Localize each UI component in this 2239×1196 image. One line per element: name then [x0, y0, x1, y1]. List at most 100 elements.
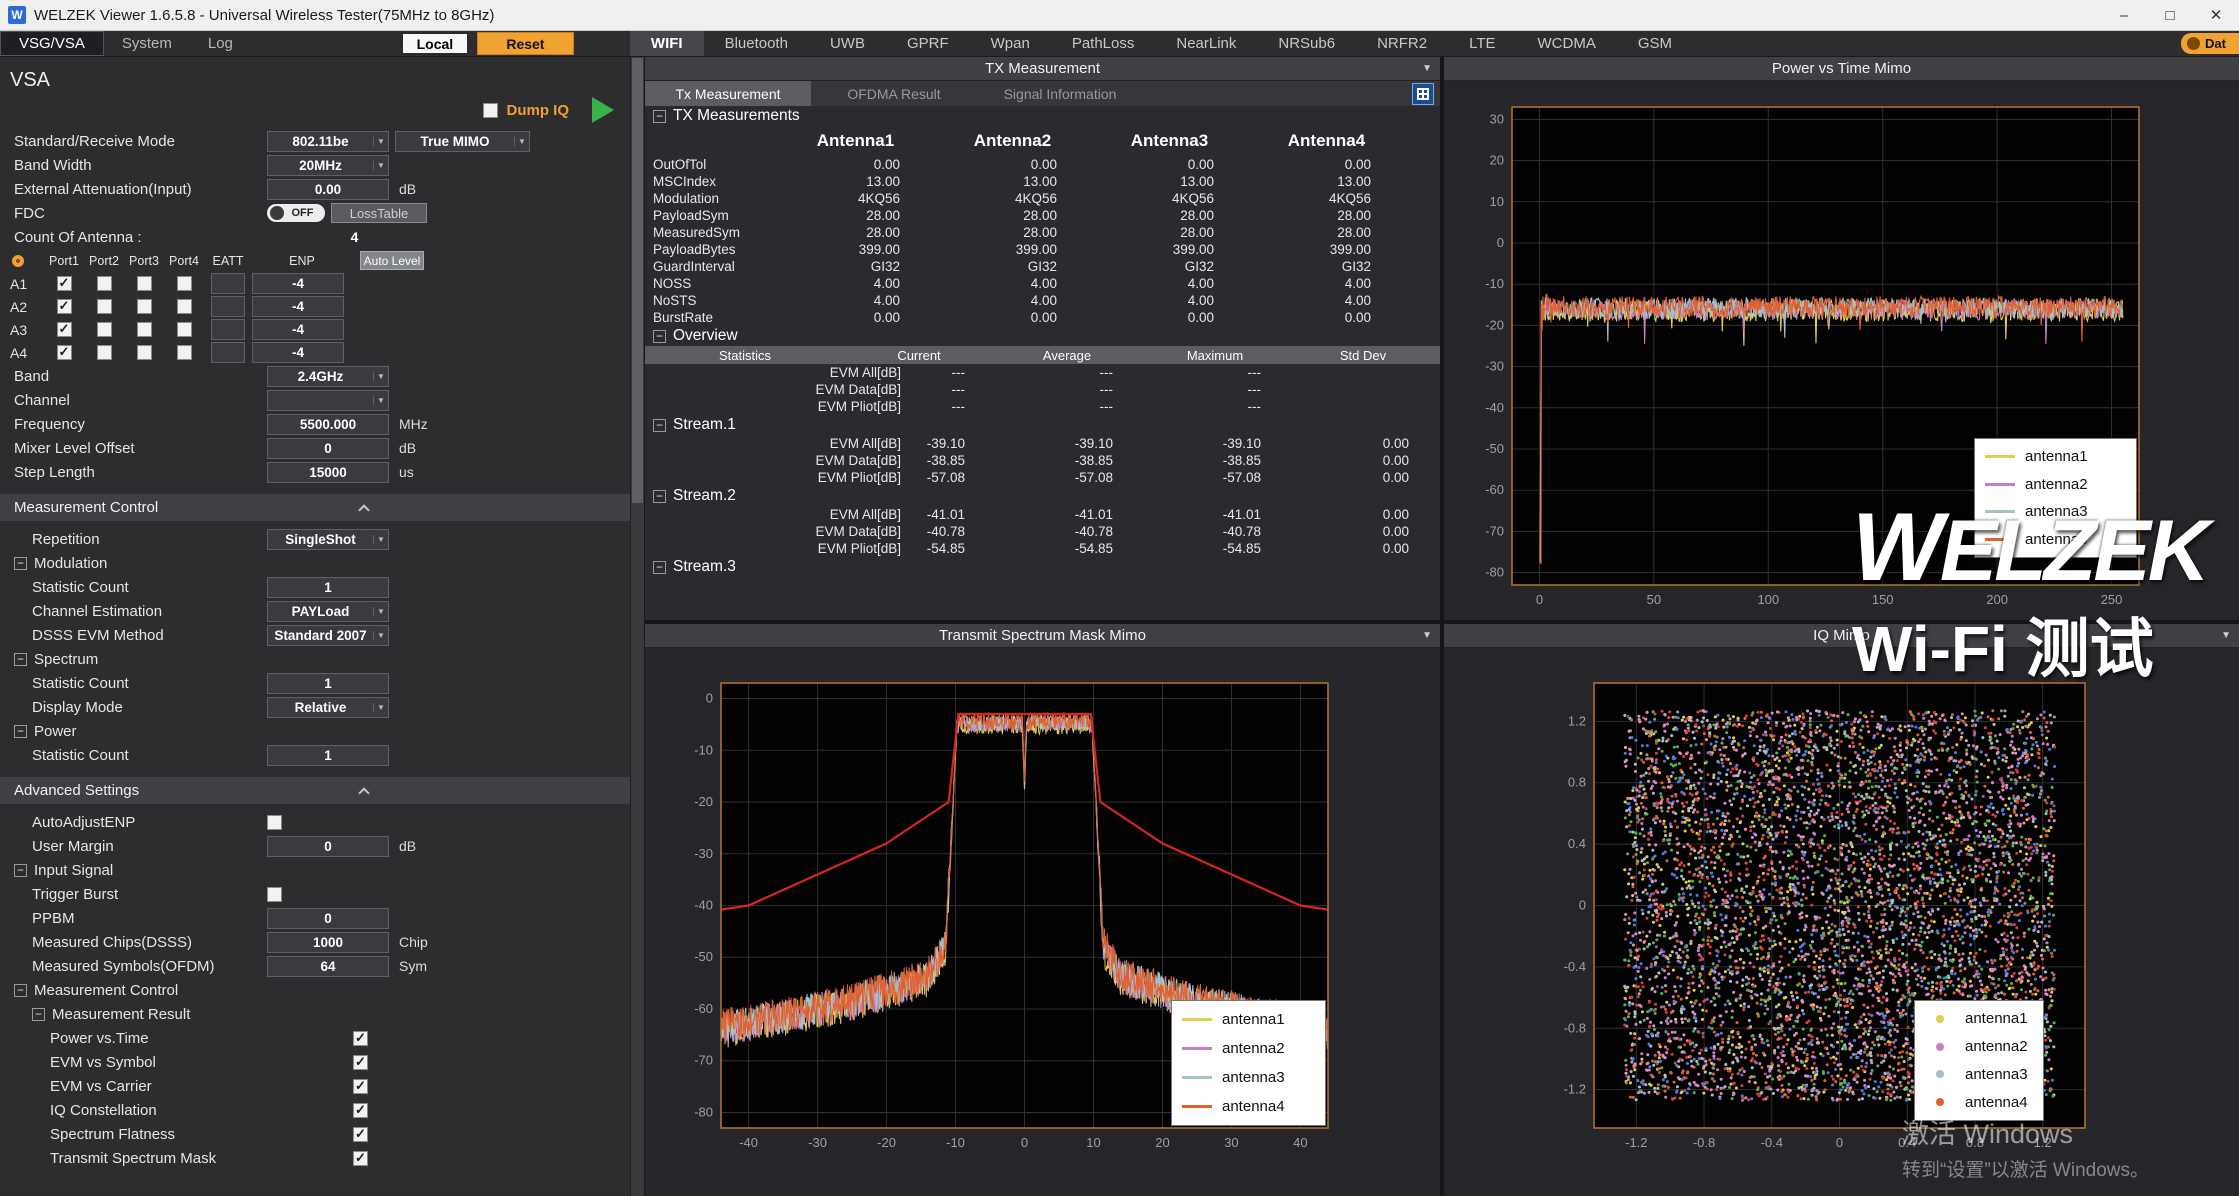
port-checkbox[interactable]	[177, 276, 192, 291]
tab-nearlink[interactable]: NearLink	[1155, 31, 1257, 56]
enp-input[interactable]: -4	[252, 319, 344, 340]
eatt-input[interactable]	[211, 342, 245, 363]
port-checkbox[interactable]	[57, 276, 72, 291]
dropdown[interactable]: Relative▼	[267, 697, 389, 718]
panel-dropdown-icon[interactable]: ▼	[1422, 63, 1432, 74]
checkbox[interactable]	[353, 1103, 368, 1118]
collapse-minus-icon[interactable]	[653, 110, 666, 123]
minimize-button[interactable]: –	[2101, 0, 2147, 30]
scrollbar-thumb[interactable]	[632, 58, 643, 503]
measurement-control-header[interactable]: Measurement Control	[0, 494, 630, 521]
grid-settings-icon[interactable]	[1412, 83, 1434, 105]
collapse-minus-icon[interactable]	[14, 984, 27, 997]
port-checkbox[interactable]	[57, 345, 72, 360]
eatt-input[interactable]	[211, 273, 245, 294]
input-field[interactable]: 0	[267, 836, 389, 857]
reset-button[interactable]: Reset	[477, 32, 574, 55]
collapse-minus-icon[interactable]	[653, 330, 666, 343]
tab-uwb[interactable]: UWB	[809, 31, 886, 56]
port-checkbox[interactable]	[97, 299, 112, 314]
tab-wcdma[interactable]: WCDMA	[1517, 31, 1617, 56]
tab-lte[interactable]: LTE	[1448, 31, 1516, 56]
eatt-input[interactable]	[211, 319, 245, 340]
tab-bluetooth[interactable]: Bluetooth	[704, 31, 809, 56]
tab-wpan[interactable]: Wpan	[970, 31, 1051, 56]
tab-gprf[interactable]: GPRF	[886, 31, 970, 56]
dropdown[interactable]: 20MHz▼	[267, 155, 389, 176]
port-checkbox[interactable]	[57, 322, 72, 337]
port-checkbox[interactable]	[137, 322, 152, 337]
collapse-minus-icon[interactable]	[653, 419, 666, 432]
tab-nrfr2[interactable]: NRFR2	[1356, 31, 1448, 56]
checkbox[interactable]	[267, 815, 282, 830]
collapse-minus-icon[interactable]	[653, 561, 666, 574]
tab-tx-measurement[interactable]: Tx Measurement	[645, 81, 811, 106]
tab-pathloss[interactable]: PathLoss	[1051, 31, 1156, 56]
enp-input[interactable]: -4	[252, 342, 344, 363]
losstable-button[interactable]: LossTable	[331, 203, 427, 223]
tab-nrsub6[interactable]: NRSub6	[1257, 31, 1356, 56]
dropdown[interactable]: 802.11be▼	[267, 131, 389, 152]
dropdown[interactable]: ▼	[267, 390, 389, 411]
input-field[interactable]: 1	[267, 673, 389, 694]
maximize-button[interactable]: □	[2147, 0, 2193, 30]
input-field[interactable]: 15000	[267, 462, 389, 483]
port-checkbox[interactable]	[177, 345, 192, 360]
menu-tab-vsgvsa[interactable]: VSG/VSA	[0, 31, 104, 56]
run-button[interactable]	[592, 97, 614, 123]
enp-input[interactable]: -4	[252, 273, 344, 294]
port-checkbox[interactable]	[137, 276, 152, 291]
input-field[interactable]: 0	[267, 438, 389, 459]
tab-wifi[interactable]: WIFI	[630, 31, 704, 56]
checkbox[interactable]	[353, 1151, 368, 1166]
collapse-minus-icon[interactable]	[14, 864, 27, 877]
collapse-minus-icon[interactable]	[32, 1008, 45, 1021]
collapse-minus-icon[interactable]	[14, 557, 27, 570]
checkbox[interactable]	[353, 1127, 368, 1142]
port-checkbox[interactable]	[97, 276, 112, 291]
input-field[interactable]: 0.00	[267, 179, 389, 200]
tab-signal-information[interactable]: Signal Information	[977, 81, 1143, 106]
left-panel-scrollbar[interactable]	[631, 57, 645, 1196]
checkbox[interactable]	[353, 1055, 368, 1070]
dropdown[interactable]: SingleShot▼	[267, 529, 389, 550]
tab-ofdma-result[interactable]: OFDMA Result	[811, 81, 977, 106]
collapse-minus-icon[interactable]	[14, 653, 27, 666]
port-checkbox[interactable]	[97, 345, 112, 360]
fdc-toggle[interactable]: OFF	[267, 204, 325, 222]
dropdown[interactable]: PAYLoad▼	[267, 601, 389, 622]
port-checkbox[interactable]	[137, 299, 152, 314]
dropdown[interactable]: 2.4GHz▼	[267, 366, 389, 387]
dat-button[interactable]: Dat	[2181, 33, 2239, 54]
port-checkbox[interactable]	[177, 322, 192, 337]
close-button[interactable]: ✕	[2193, 0, 2239, 30]
port-checkbox[interactable]	[137, 345, 152, 360]
dropdown[interactable]: Standard 2007▼	[267, 625, 389, 646]
advanced-settings-header[interactable]: Advanced Settings	[0, 777, 630, 804]
port-checkbox[interactable]	[57, 299, 72, 314]
tab-gsm[interactable]: GSM	[1617, 31, 1693, 56]
checkbox[interactable]	[353, 1079, 368, 1094]
panel-dropdown-icon[interactable]: ▼	[2221, 630, 2231, 641]
collapse-minus-icon[interactable]	[14, 725, 27, 738]
menu-tab-system[interactable]: System	[104, 31, 190, 56]
input-field[interactable]: 1	[267, 745, 389, 766]
port-checkbox[interactable]	[177, 299, 192, 314]
input-field[interactable]: 0	[267, 908, 389, 929]
collapse-minus-icon[interactable]	[653, 490, 666, 503]
dump-iq-checkbox[interactable]	[483, 103, 498, 118]
checkbox[interactable]	[353, 1031, 368, 1046]
local-button[interactable]: Local	[401, 32, 469, 55]
checkbox[interactable]	[267, 887, 282, 902]
panel-dropdown-icon[interactable]: ▼	[1422, 630, 1432, 641]
input-field[interactable]: 1000	[267, 932, 389, 953]
input-field[interactable]: 5500.000	[267, 414, 389, 435]
enp-input[interactable]: -4	[252, 296, 344, 317]
input-field[interactable]: 1	[267, 577, 389, 598]
eatt-input[interactable]	[211, 296, 245, 317]
auto-level-button[interactable]: Auto Level	[360, 251, 424, 270]
menu-tab-log[interactable]: Log	[190, 31, 251, 56]
dropdown[interactable]: True MIMO▼	[395, 131, 530, 152]
input-field[interactable]: 64	[267, 956, 389, 977]
port-checkbox[interactable]	[97, 322, 112, 337]
